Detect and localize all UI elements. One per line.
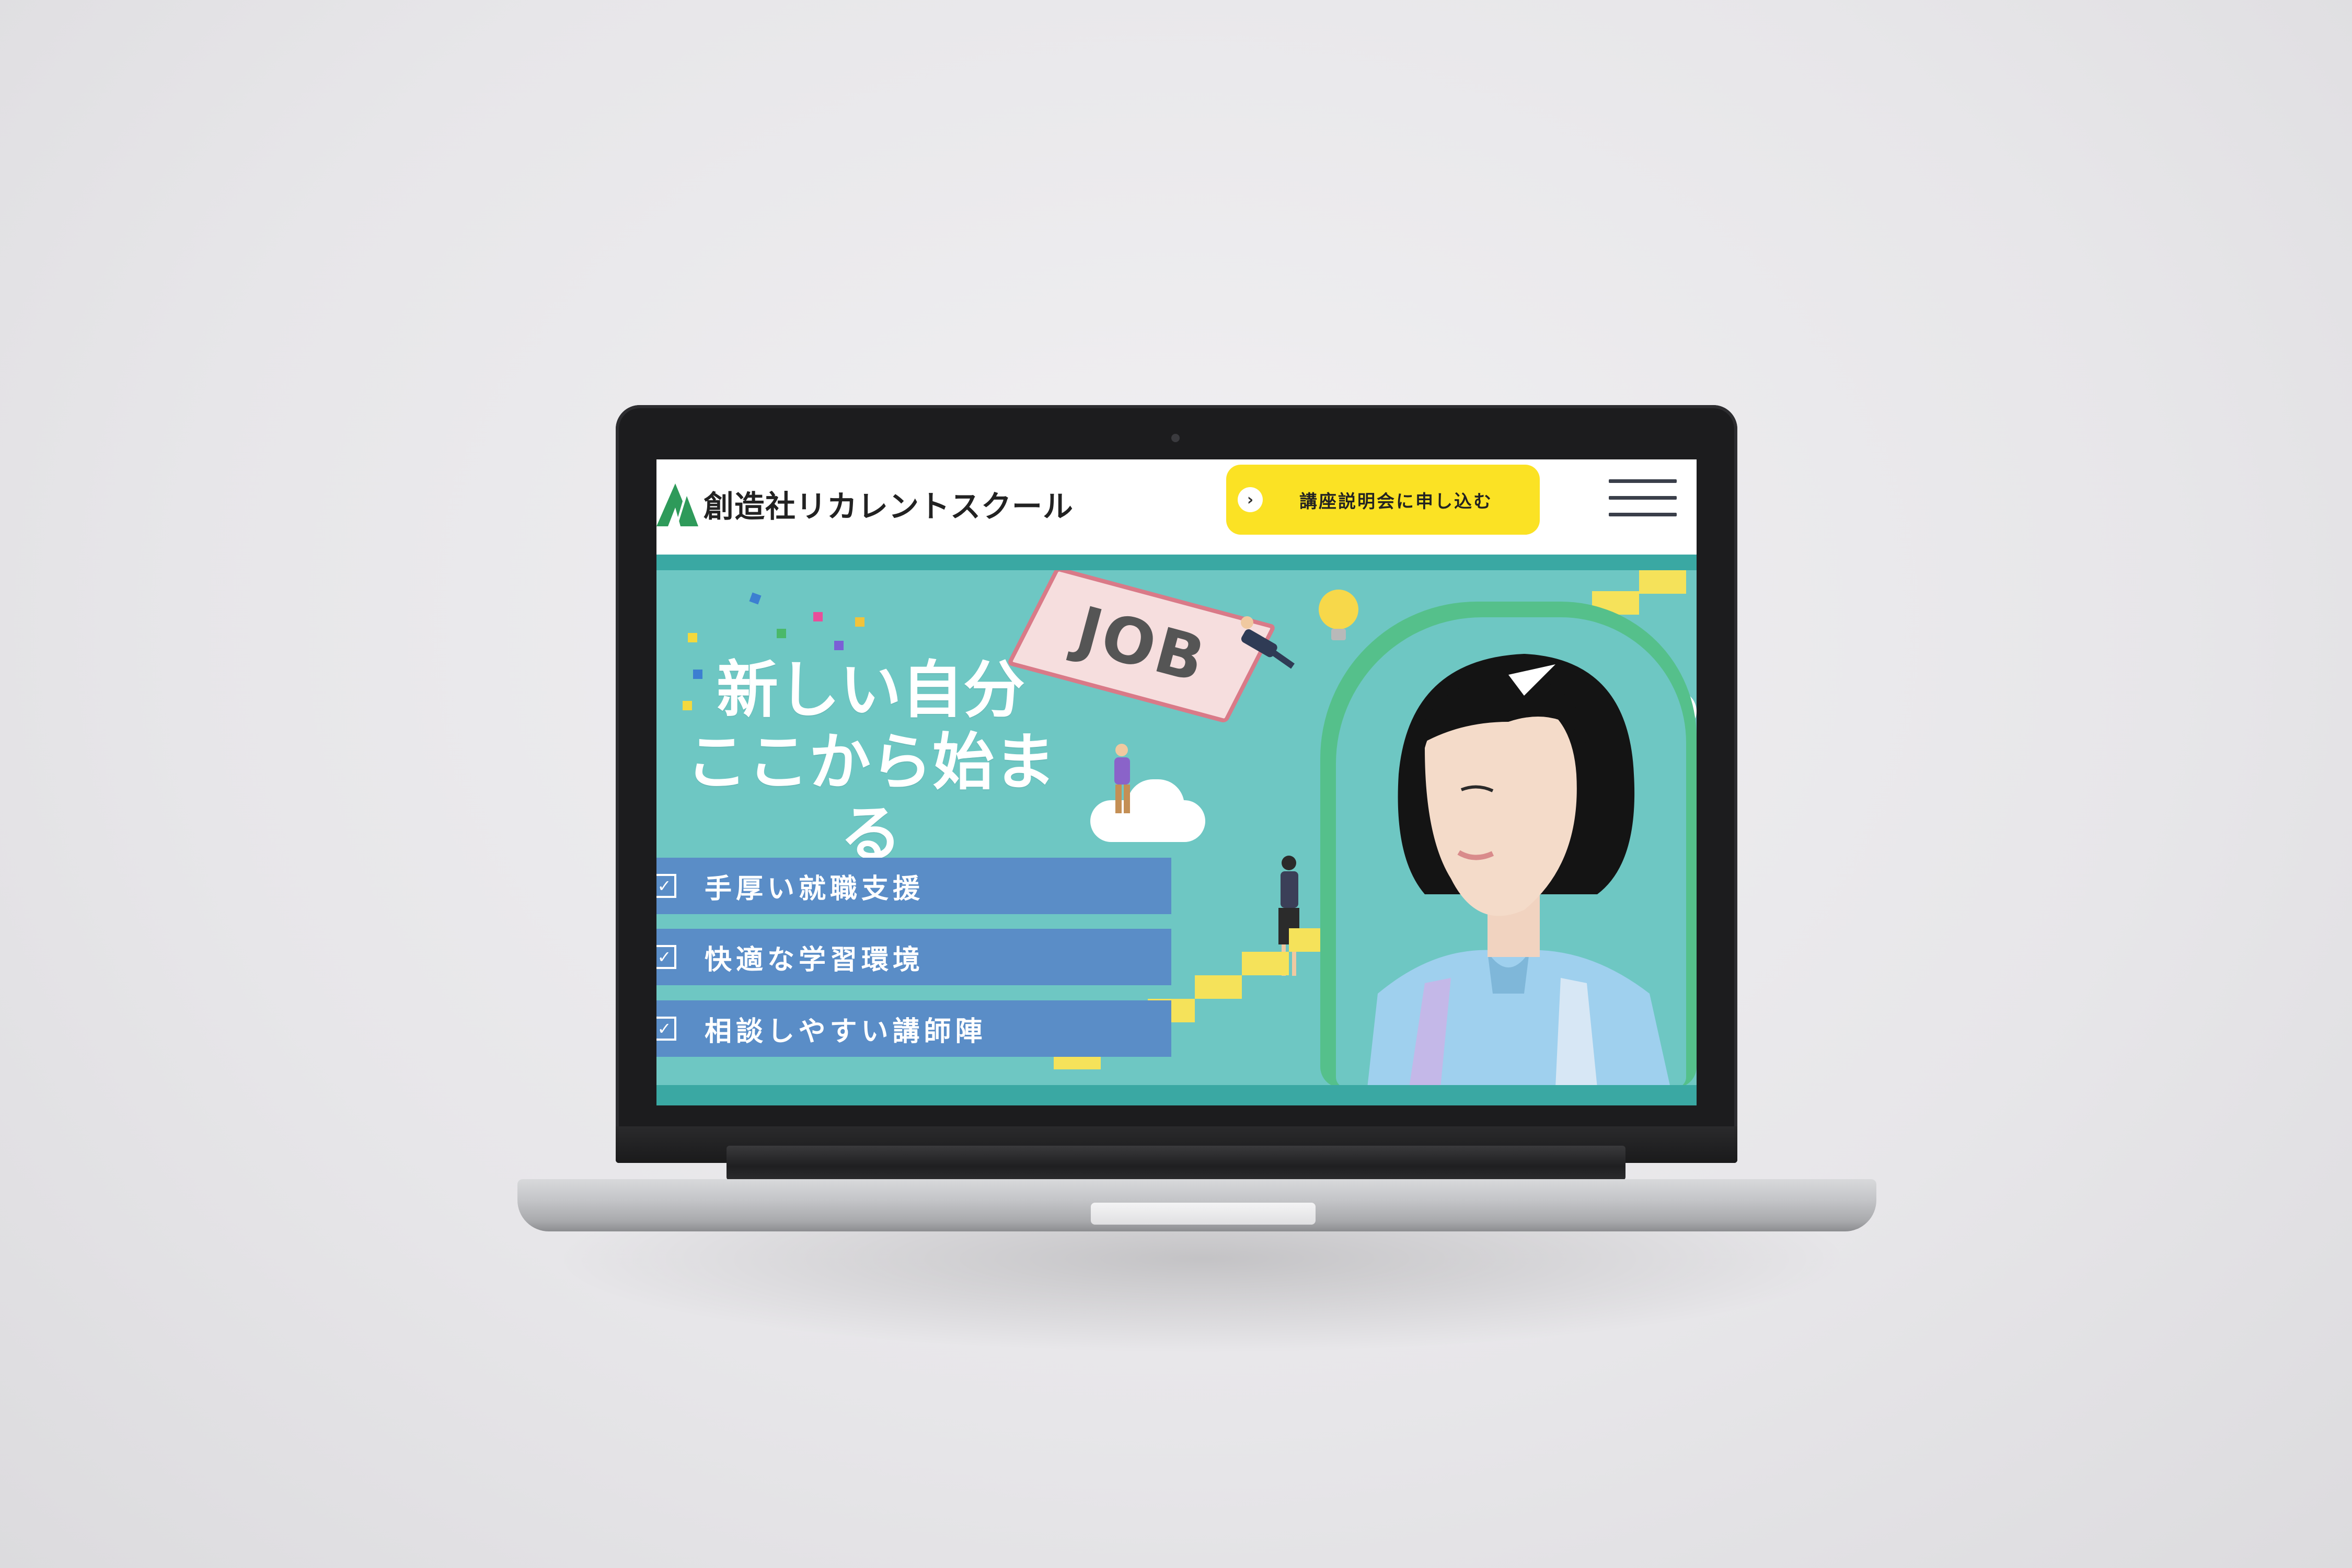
job-sign-text: JOB xyxy=(1069,593,1214,697)
site-header: 創造社リカレントスクール › 講座説明会に申し込む xyxy=(656,459,1697,555)
lightbulb-icon xyxy=(1312,586,1365,643)
menu-icon[interactable] xyxy=(1609,471,1677,523)
checkbox-icon: ✓ xyxy=(656,945,676,969)
hero-banner: 新しい自分 ここから始まる JOB ✓ 手厚い就職支援 ✓ 快適な学習環境 ✓ … xyxy=(656,570,1697,1085)
hero-bottom-bar xyxy=(656,1085,1697,1105)
chevron-right-icon: › xyxy=(1238,487,1263,512)
laptop-screen: 創造社リカレントスクール › 講座説明会に申し込む 新しい自分 ここから始まる … xyxy=(656,459,1697,1105)
confetti-decoration xyxy=(749,592,762,605)
laptop-base xyxy=(517,1179,1876,1231)
feature-item: ✓ 手厚い就職支援 xyxy=(656,858,1171,914)
feature-item: ✓ 相談しやすい講師陣 xyxy=(656,1000,1171,1057)
seminar-apply-label: 講座説明会に申し込む xyxy=(1299,491,1493,512)
woman-portrait-image xyxy=(1336,617,1686,1085)
hero-headline: 新しい自分 ここから始まる xyxy=(656,654,1085,870)
headline-line-2: ここから始まる xyxy=(685,726,1056,870)
logo-mountain-icon xyxy=(656,480,698,527)
confetti-decoration xyxy=(855,617,864,627)
feature-item: ✓ 快適な学習環境 xyxy=(656,929,1171,985)
laptop-hinge xyxy=(727,1146,1625,1180)
feature-label: 相談しやすい講師陣 xyxy=(705,1016,987,1047)
site-logo[interactable]: 創造社リカレントスクール xyxy=(656,475,1074,533)
laptop-lid: 創造社リカレントスクール › 講座説明会に申し込む 新しい自分 ここから始まる … xyxy=(616,405,1737,1163)
feature-label: 手厚い就職支援 xyxy=(705,873,925,905)
confetti-decoration xyxy=(813,612,823,621)
stairs-decoration xyxy=(1242,952,1289,975)
stairs-decoration xyxy=(1639,570,1686,594)
logo-text: 創造社リカレントスクール xyxy=(704,489,1074,524)
confetti-decoration xyxy=(777,629,786,638)
flying-person-illustration xyxy=(1231,612,1305,675)
checkbox-icon: ✓ xyxy=(656,874,676,898)
confetti-decoration xyxy=(834,641,844,650)
camera-icon xyxy=(1171,434,1180,442)
seminar-apply-button[interactable]: › 講座説明会に申し込む xyxy=(1226,465,1540,535)
header-divider xyxy=(656,555,1697,570)
climbing-person-illustration xyxy=(1106,743,1137,816)
stairs-decoration xyxy=(1195,975,1242,999)
laptop-opening-notch xyxy=(1091,1203,1316,1225)
feature-label: 快適な学習環境 xyxy=(705,944,925,976)
laptop-shadow xyxy=(549,1218,1855,1354)
confetti-decoration xyxy=(688,633,697,642)
checkbox-icon: ✓ xyxy=(656,1017,676,1041)
